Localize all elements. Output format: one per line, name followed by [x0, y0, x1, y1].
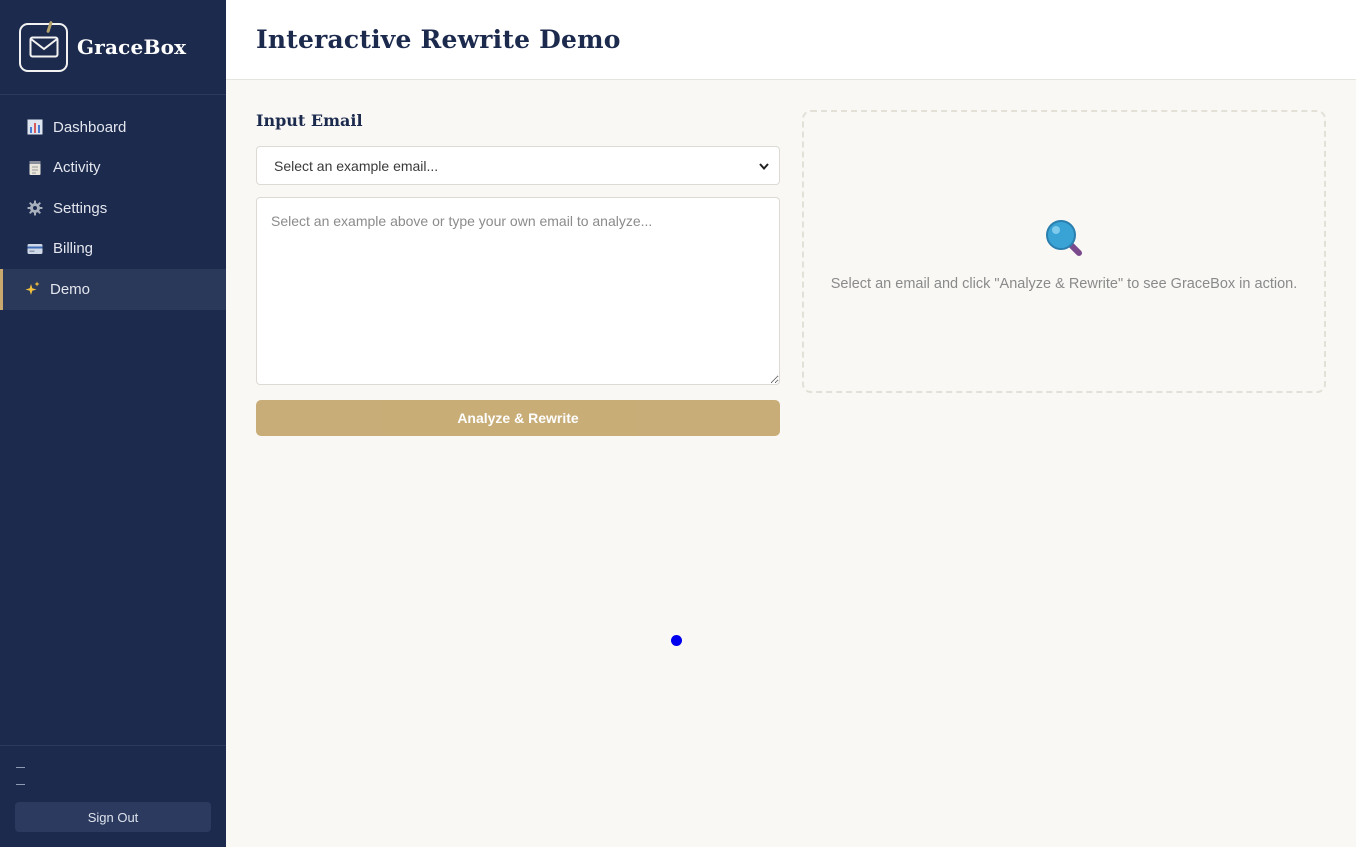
select-value: Select an example email... [274, 157, 439, 174]
sidebar-item-label: Billing [53, 240, 94, 258]
user-email-placeholder [16, 784, 25, 785]
sign-out-button[interactable]: Sign Out [15, 802, 211, 832]
user-name-placeholder [16, 767, 25, 768]
result-empty-message: Select an email and click "Analyze & Rew… [830, 276, 1298, 292]
analyze-rewrite-button[interactable]: Analyze & Rewrite [256, 400, 780, 436]
sidebar-item-billing[interactable]: Billing [0, 229, 226, 270]
sidebar-item-settings[interactable]: Settings [0, 188, 226, 229]
notepad-icon [27, 160, 43, 176]
gear-icon [27, 200, 43, 216]
example-email-select[interactable]: Select an example email... [256, 146, 780, 185]
sidebar-item-dashboard[interactable]: Dashboard [0, 107, 226, 148]
mail-icon [19, 20, 68, 72]
brand: GraceBox [0, 0, 226, 95]
sidebar-item-label: Activity [53, 159, 101, 177]
sidebar-item-activity[interactable]: Activity [0, 148, 226, 189]
chevron-down-icon [759, 157, 769, 175]
sidebar-footer: Sign Out [0, 745, 226, 847]
sidebar: GraceBox Dashboard Activity Settings Bil… [0, 0, 226, 847]
top-bar: Interactive Rewrite Demo [226, 0, 1356, 80]
bar-chart-icon [27, 119, 43, 135]
magnifier-icon [1044, 218, 1084, 263]
sidebar-item-label: Settings [53, 199, 108, 217]
sidebar-item-label: Demo [50, 280, 91, 298]
credit-card-icon [27, 241, 43, 257]
mouse-cursor [671, 635, 682, 646]
result-panel: Select an email and click "Analyze & Rew… [802, 110, 1326, 393]
sidebar-item-demo[interactable]: Demo [0, 269, 226, 310]
page-title: Interactive Rewrite Demo [256, 25, 621, 54]
email-textarea[interactable] [256, 197, 780, 385]
sparkles-icon [24, 281, 40, 297]
sidebar-nav: Dashboard Activity Settings Billing Demo [0, 107, 226, 310]
brand-name: GraceBox [77, 35, 187, 59]
input-email-label: Input Email [256, 111, 363, 130]
sidebar-item-label: Dashboard [53, 118, 127, 136]
